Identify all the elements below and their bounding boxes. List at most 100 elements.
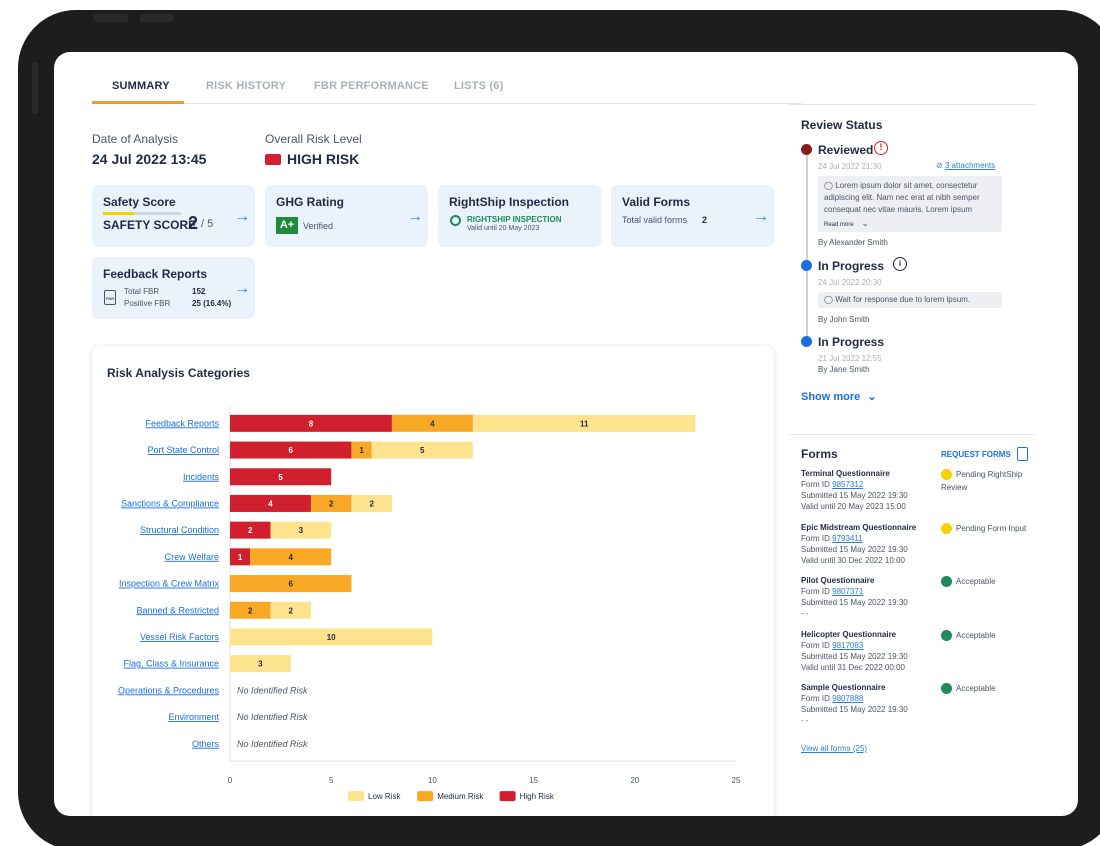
legend-label: Low Risk bbox=[368, 792, 401, 801]
status-dot-icon bbox=[941, 630, 952, 642]
document-icon bbox=[1016, 447, 1028, 461]
card-title: GHG Rating bbox=[276, 195, 344, 209]
form-status: Pending RightShip Review bbox=[941, 468, 1029, 494]
form-id-link[interactable]: 9807371 bbox=[832, 587, 863, 596]
form-name: Sample Questionnaire bbox=[801, 683, 886, 692]
show-more-label: Show more bbox=[801, 391, 861, 403]
form-valid: Valid until 30 Dec 2022 10:00 bbox=[801, 556, 905, 565]
form-item: Helicopter Questionnaire Form ID 9817083 S… bbox=[801, 629, 908, 673]
bar-value-label: 3 bbox=[299, 526, 304, 535]
form-item: Pilot Questionnaire Form ID 9807371 Submit… bbox=[801, 575, 908, 619]
review-status-in-progress: In Progress bbox=[818, 259, 885, 273]
reviewer-name: By John Smith bbox=[818, 315, 870, 324]
form-status: Acceptable bbox=[941, 575, 1029, 588]
tab-summary[interactable]: SUMMARY bbox=[112, 80, 170, 92]
bar-value-label: 5 bbox=[420, 446, 425, 455]
form-status-label: Acceptable bbox=[956, 684, 996, 693]
tab-bar: SUMMARY RISK HISTORY FBR PERFORMANCE LIS… bbox=[92, 52, 802, 104]
form-id-label: Form ID bbox=[801, 480, 830, 489]
category-label[interactable]: Environment bbox=[168, 712, 219, 722]
arrow-right-icon[interactable]: → bbox=[234, 208, 250, 226]
bar-value-label: 6 bbox=[288, 580, 293, 589]
arrow-right-icon[interactable]: → bbox=[407, 208, 423, 226]
form-id-label: Form ID bbox=[801, 587, 830, 596]
valid-forms-card[interactable]: Valid Forms Total valid forms 2 → bbox=[611, 185, 774, 247]
legend-swatch bbox=[348, 791, 364, 802]
tab-lists[interactable]: LISTS (6) bbox=[454, 80, 503, 92]
chat-bubble-icon: ◯ bbox=[824, 181, 836, 190]
category-label[interactable]: Feedback Reports bbox=[145, 418, 219, 428]
status-dot-icon bbox=[941, 683, 952, 695]
form-status: Pending Form Input bbox=[941, 522, 1029, 535]
positive-fbr-label: Positive FBR bbox=[124, 299, 171, 308]
card-title: Feedback Reports bbox=[103, 267, 208, 281]
bar-value-label: 2 bbox=[248, 526, 253, 535]
review-comment: ◯ Wait for response due to lorem ipsum. bbox=[818, 292, 1002, 308]
timeline-dot bbox=[801, 144, 812, 155]
show-more-button[interactable]: Show more ⌄ bbox=[801, 390, 877, 403]
form-id-link[interactable]: 9857312 bbox=[832, 480, 863, 489]
device-button bbox=[140, 14, 174, 22]
view-all-forms-link[interactable]: View all forms (25) bbox=[801, 744, 867, 753]
form-status-label: Pending RightShip Review bbox=[941, 470, 1023, 492]
timeline-dot bbox=[801, 260, 812, 271]
arrow-right-icon[interactable]: → bbox=[234, 280, 250, 298]
form-valid: - - bbox=[801, 716, 809, 725]
category-label[interactable]: Vessel Risk Factors bbox=[140, 632, 220, 642]
bar-value-label: 8 bbox=[309, 419, 314, 428]
rightship-inspection-card[interactable]: RightShip Inspection RIGHTSHIP INSPECTIO… bbox=[438, 185, 601, 247]
form-status-label: Acceptable bbox=[956, 631, 996, 640]
divider bbox=[789, 104, 1035, 105]
category-label[interactable]: Others bbox=[192, 739, 220, 749]
x-tick-label: 10 bbox=[428, 776, 437, 785]
category-label[interactable]: Operations & Procedures bbox=[118, 685, 220, 695]
category-label[interactable]: Flag, Class & Insurance bbox=[123, 659, 219, 669]
total-fbr-label: Total FBR bbox=[124, 287, 160, 296]
arrow-right-icon[interactable]: → bbox=[753, 208, 769, 226]
attachments-text: 3 attachments bbox=[944, 161, 996, 170]
form-id-link[interactable]: 9817083 bbox=[832, 641, 863, 650]
form-name: Helicopter Questionnaire bbox=[801, 630, 897, 639]
form-item: Sample Questionnaire Form ID 9807888 Submi… bbox=[801, 682, 908, 726]
form-valid: - - bbox=[801, 609, 809, 618]
x-tick-label: 25 bbox=[732, 776, 741, 785]
active-tab-indicator bbox=[92, 101, 184, 104]
bar-value-label: 4 bbox=[288, 553, 293, 562]
tab-risk-history[interactable]: RISK HISTORY bbox=[206, 80, 286, 92]
award-icon bbox=[450, 215, 461, 226]
forms-title: Forms bbox=[801, 447, 838, 461]
high-risk-swatch bbox=[265, 153, 281, 165]
category-label[interactable]: Incidents bbox=[183, 472, 220, 482]
form-valid: Valid until 31 Dec 2022 00:00 bbox=[801, 663, 905, 672]
review-status-title: Review Status bbox=[801, 118, 883, 132]
form-name: Terminal Questionnaire bbox=[801, 469, 890, 478]
read-more-button[interactable]: Read more ⌄ bbox=[824, 218, 869, 229]
form-id-link[interactable]: 9793411 bbox=[832, 534, 863, 543]
form-submitted: Submitted 15 May 2022 19:30 bbox=[801, 598, 908, 607]
category-label[interactable]: Crew Welfare bbox=[165, 552, 219, 562]
form-submitted: Submitted 15 May 2022 19:30 bbox=[801, 652, 908, 661]
bar-value-label: 4 bbox=[268, 499, 273, 508]
form-status: Acceptable bbox=[941, 682, 1029, 695]
safety-score-card[interactable]: Safety Score SAFETY SCORE 2 / 5 → bbox=[92, 185, 255, 247]
form-submitted: Submitted 15 May 2022 19:30 bbox=[801, 545, 908, 554]
form-submitted: Submitted 15 May 2022 19:30 bbox=[801, 705, 908, 714]
category-label[interactable]: Structural Condition bbox=[140, 525, 219, 535]
alert-icon: ! bbox=[874, 141, 888, 155]
form-name: Pilot Questionnaire bbox=[801, 576, 875, 585]
category-label[interactable]: Inspection & Crew Matrix bbox=[119, 579, 220, 589]
tab-fbr-performance[interactable]: FBR PERFORMANCE bbox=[314, 80, 429, 92]
category-label[interactable]: Port State Control bbox=[147, 445, 219, 455]
form-id-link[interactable]: 9807888 bbox=[832, 694, 863, 703]
category-label[interactable]: Sanctions & Compliance bbox=[121, 498, 219, 508]
feedback-reports-card[interactable]: Feedback Reports FBR Total FBR 152 Posit… bbox=[92, 257, 255, 319]
request-forms-button[interactable]: REQUEST FORMS bbox=[941, 447, 1028, 461]
attachments-link[interactable]: ⊘ 3 attachments bbox=[936, 161, 995, 170]
bar-value-label: 11 bbox=[580, 419, 589, 428]
ghg-rating-card[interactable]: GHG Rating A+ Verified → bbox=[265, 185, 428, 247]
divider bbox=[789, 434, 1035, 435]
review-status-in-progress: In Progress bbox=[818, 335, 885, 349]
app-screen: SUMMARY RISK HISTORY FBR PERFORMANCE LIS… bbox=[54, 52, 1078, 816]
category-label[interactable]: Banned & Restricted bbox=[136, 605, 219, 615]
no-risk-label: No Identified Risk bbox=[237, 712, 308, 722]
